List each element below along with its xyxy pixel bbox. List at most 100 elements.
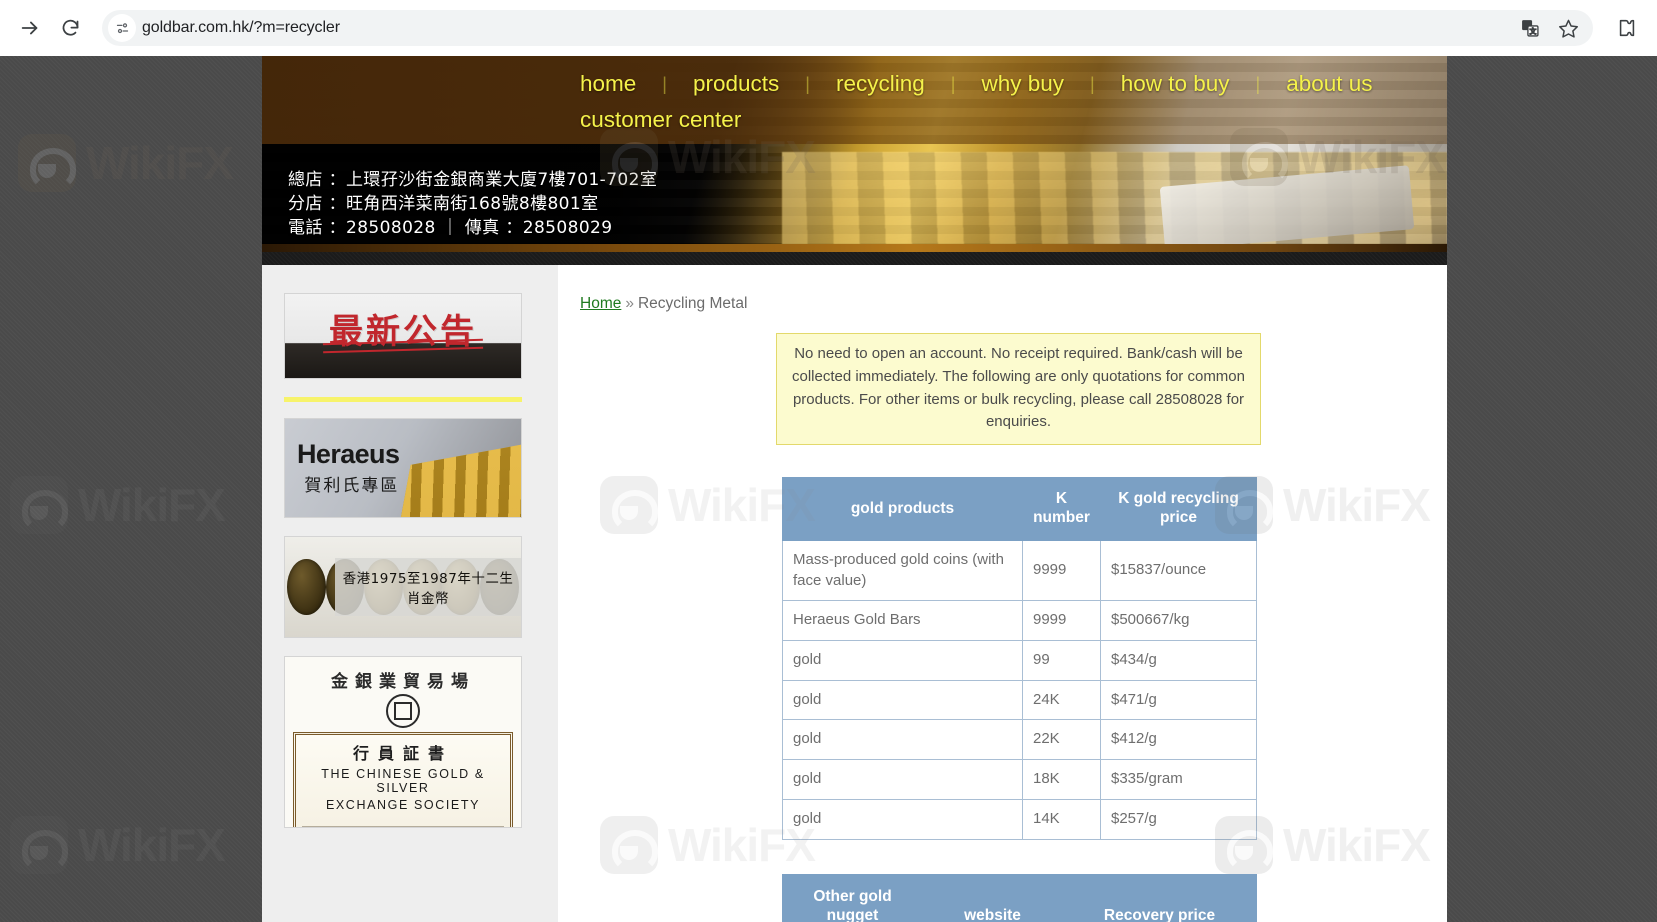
nav-item-about-us[interactable]: about us <box>1286 70 1372 98</box>
cell-price: $471/g <box>1101 680 1257 720</box>
breadcrumb-current: Recycling Metal <box>638 295 747 312</box>
wikifx-logo-icon <box>18 134 76 192</box>
cell-k-number: 24K <box>1023 680 1101 720</box>
cell-price: $335/gram <box>1101 760 1257 800</box>
table-row: Mass-produced gold coins (with face valu… <box>783 541 1257 601</box>
column-header-k-gold-price: K gold recycling price <box>1101 478 1257 541</box>
extensions-puzzle-icon[interactable] <box>1609 10 1645 46</box>
address-phone-fax: 電話 ：28508028 ｜ 傳真 ：28508029 <box>288 216 657 240</box>
site-info-icon[interactable] <box>108 14 136 42</box>
nav-item-products[interactable]: products <box>693 70 779 98</box>
announcement-image: 最新公告 <box>285 294 521 378</box>
nav-separator: | <box>779 74 836 95</box>
table-row: gold 24K $471/g <box>783 680 1257 720</box>
cell-price: $257/g <box>1101 799 1257 839</box>
certificate-arc-text: 金銀業貿易場 <box>293 667 513 692</box>
certificate-body-lines <box>302 819 504 827</box>
page-content: 最新公告 Heraeus 賀利氏專區 <box>262 265 1447 922</box>
cell-product: gold <box>783 680 1023 720</box>
cell-product: gold <box>783 641 1023 681</box>
column-header-k-number: K number <box>1023 478 1101 541</box>
forward-arrow-icon[interactable] <box>12 10 48 46</box>
sidebar: 最新公告 Heraeus 賀利氏專區 <box>262 265 558 922</box>
bookmark-star-icon[interactable] <box>1557 17 1579 39</box>
address-bar[interactable]: goldbar.com.hk/?m=recycler G 文 <box>102 10 1593 46</box>
page-viewport: WikiFX WikiFX WikiFX WikiFX WikiFX WikiF… <box>0 56 1657 922</box>
sidebar-item-zodiac-coins[interactable]: 香港1975至1987年十二生肖金幣 <box>284 536 522 638</box>
watermark: WikiFX <box>18 134 233 192</box>
column-header-recovery-price: Recovery price <box>1063 874 1257 922</box>
sidebar-divider <box>284 397 522 402</box>
table-row: gold 99 $434/g <box>783 641 1257 681</box>
zodiac-coins-caption: 香港1975至1987年十二生肖金幣 <box>335 558 521 616</box>
column-header-website: website <box>923 874 1063 922</box>
nav-separator: | <box>636 74 693 95</box>
address-head-office: 總店 ：上環孖沙街金銀商業大廈7樓701-702室 <box>288 168 657 192</box>
gold-price-table: gold products K number K gold recycling … <box>782 477 1257 839</box>
wikifx-logo-icon <box>10 816 68 874</box>
translate-icon[interactable]: G 文 <box>1519 17 1541 39</box>
table-row: gold 22K $412/g <box>783 720 1257 760</box>
announcement-label: 最新公告 <box>329 304 477 353</box>
cell-k-number: 9999 <box>1023 601 1101 641</box>
table-row: gold 14K $257/g <box>783 799 1257 839</box>
store-address-block: 總店 ：上環孖沙街金銀商業大廈7樓701-702室 分店 ：旺角西洋菜南街168… <box>288 168 657 240</box>
certificate-title-en-line1: THE CHINESE GOLD & SILVER <box>302 767 504 795</box>
site-container: home | products | recycling | why buy | … <box>262 56 1447 922</box>
cell-product: Mass-produced gold coins (with face valu… <box>783 541 1023 601</box>
nav-item-home[interactable]: home <box>580 70 636 98</box>
coin-icon <box>287 559 326 615</box>
nav-separator: | <box>925 74 982 95</box>
sidebar-item-cgse-certificate[interactable]: 金銀業貿易場 行員証書 THE CHINESE GOLD & SILVER EX… <box>284 656 522 828</box>
main-column: Home»Recycling Metal No need to open an … <box>558 265 1447 922</box>
nav-item-why-buy[interactable]: why buy <box>981 70 1064 98</box>
sidebar-item-heraeus-zone[interactable]: Heraeus 賀利氏專區 <box>284 418 522 518</box>
certificate-frame: 行員証書 THE CHINESE GOLD & SILVER EXCHANGE … <box>293 732 513 827</box>
address-branch: 分店 ：旺角西洋菜南街168號8樓801室 <box>288 192 657 216</box>
watermark-text: WikiFX <box>78 478 225 532</box>
svg-text:文: 文 <box>1530 27 1537 36</box>
reload-icon[interactable] <box>52 10 88 46</box>
cell-price: $15837/ounce <box>1101 541 1257 601</box>
cell-product: gold <box>783 799 1023 839</box>
cell-product: Heraeus Gold Bars <box>783 601 1023 641</box>
breadcrumb-separator: » <box>625 295 634 312</box>
browser-toolbar: goldbar.com.hk/?m=recycler G 文 <box>0 0 1657 56</box>
table-row: Heraeus Gold Bars 9999 $500667/kg <box>783 601 1257 641</box>
certificate-seal-icon <box>386 694 420 728</box>
recycling-notice-box: No need to open an account. No receipt r… <box>776 333 1261 445</box>
heraeus-wordmark: Heraeus <box>297 440 399 468</box>
nav-item-recycling[interactable]: recycling <box>836 70 925 98</box>
site-header-banner: home | products | recycling | why buy | … <box>262 56 1447 252</box>
header-gold-rule <box>262 244 1447 252</box>
certificate-image: 金銀業貿易場 行員証書 THE CHINESE GOLD & SILVER EX… <box>285 657 521 827</box>
cell-price: $412/g <box>1101 720 1257 760</box>
wikifx-logo-icon <box>10 476 68 534</box>
nav-separator: | <box>1230 74 1287 95</box>
cell-k-number: 14K <box>1023 799 1101 839</box>
table-header-row: Other gold nugget recycling prices websi… <box>783 874 1257 922</box>
breadcrumb-home-link[interactable]: Home <box>580 295 621 312</box>
cell-product: gold <box>783 760 1023 800</box>
nav-item-how-to-buy[interactable]: how to buy <box>1121 70 1230 98</box>
cell-price: $434/g <box>1101 641 1257 681</box>
cell-k-number: 99 <box>1023 641 1101 681</box>
heraeus-subtitle: 賀利氏專區 <box>297 471 399 496</box>
url-text[interactable]: goldbar.com.hk/?m=recycler <box>142 19 1519 37</box>
cell-price: $500667/kg <box>1101 601 1257 641</box>
nav-item-customer-center[interactable]: customer center <box>580 106 741 134</box>
column-header-gold-products: gold products <box>783 478 1023 541</box>
main-navigation: home | products | recycling | why buy | … <box>262 56 1447 144</box>
other-nugget-price-table: Other gold nugget recycling prices websi… <box>782 874 1257 922</box>
heraeus-image: Heraeus 賀利氏專區 <box>285 419 521 517</box>
watermark-text: WikiFX <box>78 818 225 872</box>
watermark: WikiFX <box>10 476 225 534</box>
breadcrumb: Home»Recycling Metal <box>580 295 1423 313</box>
cell-k-number: 18K <box>1023 760 1101 800</box>
sidebar-item-latest-announcement[interactable]: 最新公告 <box>284 293 522 379</box>
cell-k-number: 9999 <box>1023 541 1101 601</box>
table-header-row: gold products K number K gold recycling … <box>783 478 1257 541</box>
table-row: gold 18K $335/gram <box>783 760 1257 800</box>
zodiac-coins-image: 香港1975至1987年十二生肖金幣 <box>285 537 521 637</box>
cell-k-number: 22K <box>1023 720 1101 760</box>
